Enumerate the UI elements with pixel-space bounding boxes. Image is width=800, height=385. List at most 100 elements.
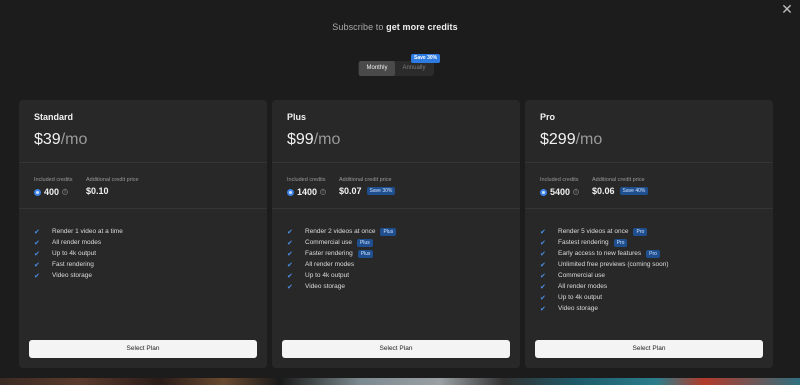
check-icon: ✔	[287, 239, 293, 247]
background-gallery-strip	[0, 378, 800, 385]
feature-text: All render modes	[52, 239, 102, 246]
tier-chip: Plus	[357, 249, 374, 258]
billing-monthly-option[interactable]: Monthly	[359, 61, 395, 76]
check-icon: ✔	[287, 261, 293, 269]
feature-text: Video storage	[558, 305, 598, 312]
feature-text: Up to 4k output	[558, 294, 603, 301]
plan-name: Pro	[540, 112, 556, 122]
credit-coin-icon	[540, 188, 547, 196]
check-icon: ✔	[34, 272, 40, 280]
check-icon: ✔	[540, 261, 546, 269]
check-icon: ✔	[540, 294, 546, 302]
price-unit: /mo	[60, 131, 88, 148]
feature-item: ✔ Up to 4k output	[34, 248, 123, 259]
feature-text: Fast rendering	[52, 261, 94, 268]
credits-value: 1400 i	[287, 186, 327, 198]
check-icon: ✔	[34, 239, 40, 247]
tier-chip: Plus	[356, 238, 373, 247]
feature-item: ✔ Up to 4k output	[287, 270, 396, 281]
divider	[19, 162, 267, 163]
check-icon: ✔	[287, 283, 293, 291]
check-icon: ✔	[287, 228, 293, 236]
feature-item: ✔ Render 5 videos at once Pro	[540, 226, 669, 237]
divider	[525, 162, 773, 163]
additional-price-label: Additional credit price	[592, 177, 645, 183]
save-chip: Save 40%	[619, 187, 649, 195]
check-icon: ✔	[34, 228, 40, 236]
feature-item: ✔ Commercial use Plus	[287, 237, 396, 248]
feature-text: Faster rendering	[305, 250, 353, 257]
check-icon: ✔	[34, 250, 40, 258]
feature-text: Unlimited free previews (coming soon)	[558, 261, 669, 268]
title-emphasis: get more credits	[386, 22, 458, 32]
divider	[272, 208, 520, 209]
additional-price-number: $0.06	[592, 186, 615, 196]
credit-coin-icon	[287, 188, 294, 196]
price-unit: /mo	[313, 131, 341, 148]
close-icon[interactable]: ✕	[780, 2, 794, 16]
check-icon: ✔	[540, 250, 546, 258]
feature-item: ✔ Faster rendering Plus	[287, 248, 396, 259]
feature-item: ✔ All render modes	[540, 281, 669, 292]
feature-item: ✔ All render modes	[34, 237, 123, 248]
price-unit: /mo	[575, 131, 603, 148]
feature-item: ✔ Up to 4k output	[540, 292, 669, 303]
additional-price-label: Additional credit price	[86, 177, 139, 183]
feature-item: ✔ Early access to new features Pro	[540, 248, 669, 259]
credits-number: 1400	[297, 187, 318, 197]
price-amount: $39	[34, 131, 61, 148]
credits-value: 5400 i	[540, 186, 580, 198]
check-icon: ✔	[540, 283, 546, 291]
feature-item: ✔ Render 2 videos at once Plus	[287, 226, 397, 237]
feature-text: Render 5 videos at once	[558, 228, 629, 235]
tier-chip: Plus	[380, 227, 397, 236]
feature-item: ✔ Video storage	[34, 270, 123, 281]
plan-card-pro: Pro $299/mo Included credits Additional cre…	[525, 100, 773, 368]
title-prefix: Subscribe to	[332, 22, 384, 32]
info-icon[interactable]: i	[320, 189, 327, 195]
annual-save-badge: Save 30%	[411, 54, 441, 63]
feature-item: ✔ Fast rendering	[34, 259, 123, 270]
plan-price: $39/mo	[34, 131, 87, 149]
select-plan-button[interactable]: Select Plan	[282, 340, 510, 358]
feature-item: ✔ Fastest rendering Pro	[540, 237, 669, 248]
feature-list: ✔ Render 5 videos at once Pro ✔ Fastest rend…	[540, 226, 669, 314]
divider	[272, 162, 520, 163]
select-plan-button[interactable]: Select Plan	[29, 340, 257, 358]
check-icon: ✔	[287, 250, 293, 258]
additional-price-value: $0.07 Save 30%	[339, 185, 396, 197]
feature-item: ✔ Unlimited free previews (coming soon)	[540, 259, 669, 270]
plan-card-standard: Standard $39/mo Included credits Additional…	[19, 100, 267, 368]
additional-price-value: $0.10	[86, 185, 109, 197]
feature-item: ✔ Video storage	[287, 281, 396, 292]
billing-annually-option[interactable]: Annually	[396, 61, 432, 76]
tier-chip: Pro	[646, 249, 660, 258]
credits-value: 400 i	[34, 186, 69, 198]
credits-number: 400	[44, 187, 60, 197]
info-icon[interactable]: i	[573, 189, 580, 195]
feature-list: ✔ Render 1 video at a time ✔ All render mod…	[34, 226, 123, 281]
billing-toggle: Monthly Annually	[358, 61, 434, 76]
feature-text: Commercial use	[558, 272, 605, 279]
feature-text: Up to 4k output	[305, 272, 350, 279]
check-icon: ✔	[540, 305, 546, 313]
feature-text: Fastest rendering	[558, 239, 609, 246]
check-icon: ✔	[540, 272, 546, 280]
divider	[525, 208, 773, 209]
additional-price-value: $0.06 Save 40%	[592, 185, 649, 197]
select-plan-button[interactable]: Select Plan	[535, 340, 763, 358]
included-credits-label: Included credits	[34, 177, 73, 183]
credit-coin-icon	[34, 188, 41, 196]
feature-item: ✔ Render 1 video at a time	[34, 226, 123, 237]
feature-list: ✔ Render 2 videos at once Plus ✔ Commercial …	[287, 226, 397, 292]
feature-item: ✔ All render modes	[287, 259, 396, 270]
plan-price: $99/mo	[287, 131, 340, 149]
feature-text: Early access to new features	[558, 250, 642, 257]
check-icon: ✔	[540, 228, 546, 236]
plan-price: $299/mo	[540, 131, 602, 149]
save-chip: Save 30%	[366, 187, 396, 195]
feature-text: Video storage	[305, 283, 345, 290]
feature-text: Render 2 videos at once	[305, 228, 376, 235]
feature-text: Render 1 video at a time	[52, 228, 123, 235]
info-icon[interactable]: i	[62, 189, 69, 195]
